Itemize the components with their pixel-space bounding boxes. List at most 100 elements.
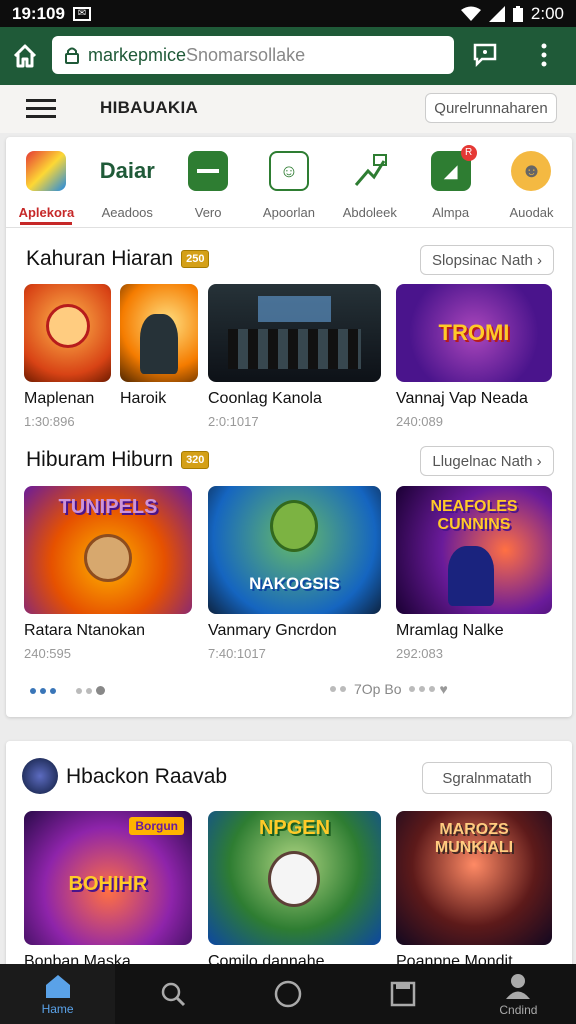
category-item-5[interactable]: ◢ R Almpa — [411, 145, 491, 225]
nav-square[interactable] — [346, 964, 461, 1024]
battery-icon — [512, 5, 523, 22]
game-thumbnail[interactable]: NAKOGSIS — [208, 486, 381, 614]
category-label: Aplekora — [18, 205, 75, 220]
category-item-6[interactable]: ☻ Auodak — [491, 151, 571, 225]
tile-art-text: MAROZS MUNKIALI — [434, 821, 514, 856]
category-item-2[interactable]: Vero — [168, 151, 248, 225]
game-thumbnail[interactable]: NPGEN — [208, 811, 381, 945]
game-meta: 240:595 — [24, 646, 71, 661]
home-icon — [45, 974, 70, 998]
nav-profile[interactable]: Cndind — [461, 964, 576, 1024]
status-bar: 19:109 ✉ 2:00 — [0, 0, 576, 27]
carousel-indicator-right[interactable]: 7Op Bo ♥ — [330, 681, 448, 697]
game-name: Coonlag Kanola — [208, 390, 322, 407]
game-meta: 1:30:896 — [24, 414, 75, 429]
section-badge: 250 — [181, 250, 210, 268]
avatar — [22, 758, 58, 794]
page-dot — [429, 686, 436, 692]
section-title: Hbackon Raavab — [66, 765, 227, 789]
category-item-1[interactable]: Daiar Aeadoos — [87, 151, 167, 225]
game-name: Mramlag Nalke — [396, 622, 504, 639]
category-item-4[interactable]: Abdoleek — [330, 151, 410, 225]
section-badge: 320 — [181, 451, 210, 469]
circle-icon — [274, 980, 302, 1008]
page-dot — [40, 687, 46, 694]
section-title-text: Kahuran Hiaran — [26, 247, 174, 270]
browser-toolbar: markepmice Snomarsollake — [0, 27, 576, 85]
active-tab-indicator — [20, 222, 73, 225]
game-thumbnail[interactable]: TUNIPELS — [24, 486, 192, 614]
game-thumbnail[interactable] — [120, 284, 198, 382]
section-title-text: Hiburam Hiburn — [26, 448, 174, 471]
nav-label: Hame — [41, 1001, 74, 1016]
tile-art-text: NEAFOLES CUNNINS — [430, 498, 518, 533]
person-icon — [506, 973, 531, 999]
see-more-button[interactable]: Llugelnac Nath › — [420, 446, 554, 476]
category-bar: Aplekora Daiar Aeadoos Vero ☺ Apoorlan A… — [6, 137, 572, 225]
status-time: 19:109 — [12, 3, 65, 23]
tabs-button[interactable] — [472, 41, 498, 72]
face-icon: ☺ — [268, 151, 309, 191]
mascot-icon: ☻ — [511, 151, 552, 191]
game-thumbnail[interactable]: MAROZS MUNKIALI — [396, 811, 552, 945]
header-action-button[interactable]: Qurelrunnaharen — [425, 93, 557, 123]
browser-menu-button[interactable] — [540, 43, 548, 72]
page-dot — [50, 687, 56, 694]
game-thumbnail[interactable]: TROMI — [396, 284, 552, 382]
url-bar[interactable]: markepmice Snomarsollake — [52, 36, 454, 74]
lock-icon — [65, 47, 79, 64]
section-title: Hiburam Hiburn 320 — [26, 448, 210, 472]
page-dot — [409, 686, 416, 692]
game-name: Maplenan — [24, 390, 95, 407]
game-thumbnail[interactable] — [24, 284, 111, 382]
page-dot — [86, 687, 92, 694]
search-icon — [161, 982, 185, 1007]
nav-home[interactable]: Hame — [0, 964, 116, 1024]
see-more-button[interactable]: Slopsinac Nath › — [420, 245, 554, 275]
nav-search[interactable] — [115, 964, 230, 1024]
game-meta: 7:40:1017 — [208, 646, 266, 661]
games-icon — [26, 151, 67, 191]
app-title: HIBAUAKIA — [100, 98, 199, 117]
signal-app-icon: ◢ R — [430, 145, 477, 191]
game-thumbnail[interactable]: Borgun BOHIHR — [24, 811, 192, 945]
category-item-0[interactable]: Aplekora — [6, 151, 86, 225]
game-thumbnail[interactable]: NEAFOLES CUNNINS — [396, 486, 552, 614]
tile-art-text: TROMI — [438, 320, 510, 345]
game-thumbnail[interactable] — [208, 284, 381, 382]
carousel-indicator[interactable] — [30, 686, 105, 695]
url-path: Snomarsollake — [186, 44, 306, 65]
tile-art-text: NAKOGSIS — [249, 574, 340, 593]
chevron-right-icon: › — [537, 251, 543, 269]
page-dot — [340, 686, 346, 692]
square-icon — [390, 981, 416, 1007]
see-more-label: Slopsinac Nath — [431, 251, 533, 269]
game-name: Vannaj Vap Neada — [396, 390, 528, 407]
chart-icon — [350, 151, 390, 191]
see-more-button[interactable]: Sgralnmatath — [422, 762, 552, 794]
more-vert-icon — [541, 43, 547, 67]
category-label: Apoorlan — [262, 205, 315, 220]
page-dot — [419, 686, 426, 692]
section-title: Kahuran Hiaran 250 — [26, 247, 210, 271]
recommend-card: Hbackon Raavab Sgralnmatath Borgun BOHIH… — [6, 741, 572, 971]
heart-icon: ♥ — [439, 681, 448, 697]
chevron-right-icon: › — [536, 452, 542, 470]
notification-icon: ✉ — [72, 6, 91, 21]
nav-circle[interactable] — [230, 964, 345, 1024]
category-label: Abdoleek — [342, 205, 397, 220]
pager-text: 7Op Bo — [354, 681, 402, 697]
category-item-3[interactable]: ☺ Apoorlan — [249, 151, 329, 225]
category-label: Aeadoos — [101, 205, 153, 220]
game-name: Ratara Ntanokan — [24, 622, 145, 639]
tile-art-text: BOHIHR — [68, 873, 148, 895]
game-name: Vanmary Gncrdon — [208, 622, 337, 639]
browser-home-button[interactable] — [0, 43, 50, 69]
menu-icon[interactable] — [26, 99, 56, 119]
tile-art-text: Borgun — [129, 817, 184, 835]
game-name: Haroik — [120, 390, 167, 407]
wifi-icon — [460, 6, 481, 21]
category-label: Auodak — [509, 205, 554, 220]
signal-icon — [488, 5, 505, 22]
status-time-right: 2:00 — [530, 3, 564, 23]
